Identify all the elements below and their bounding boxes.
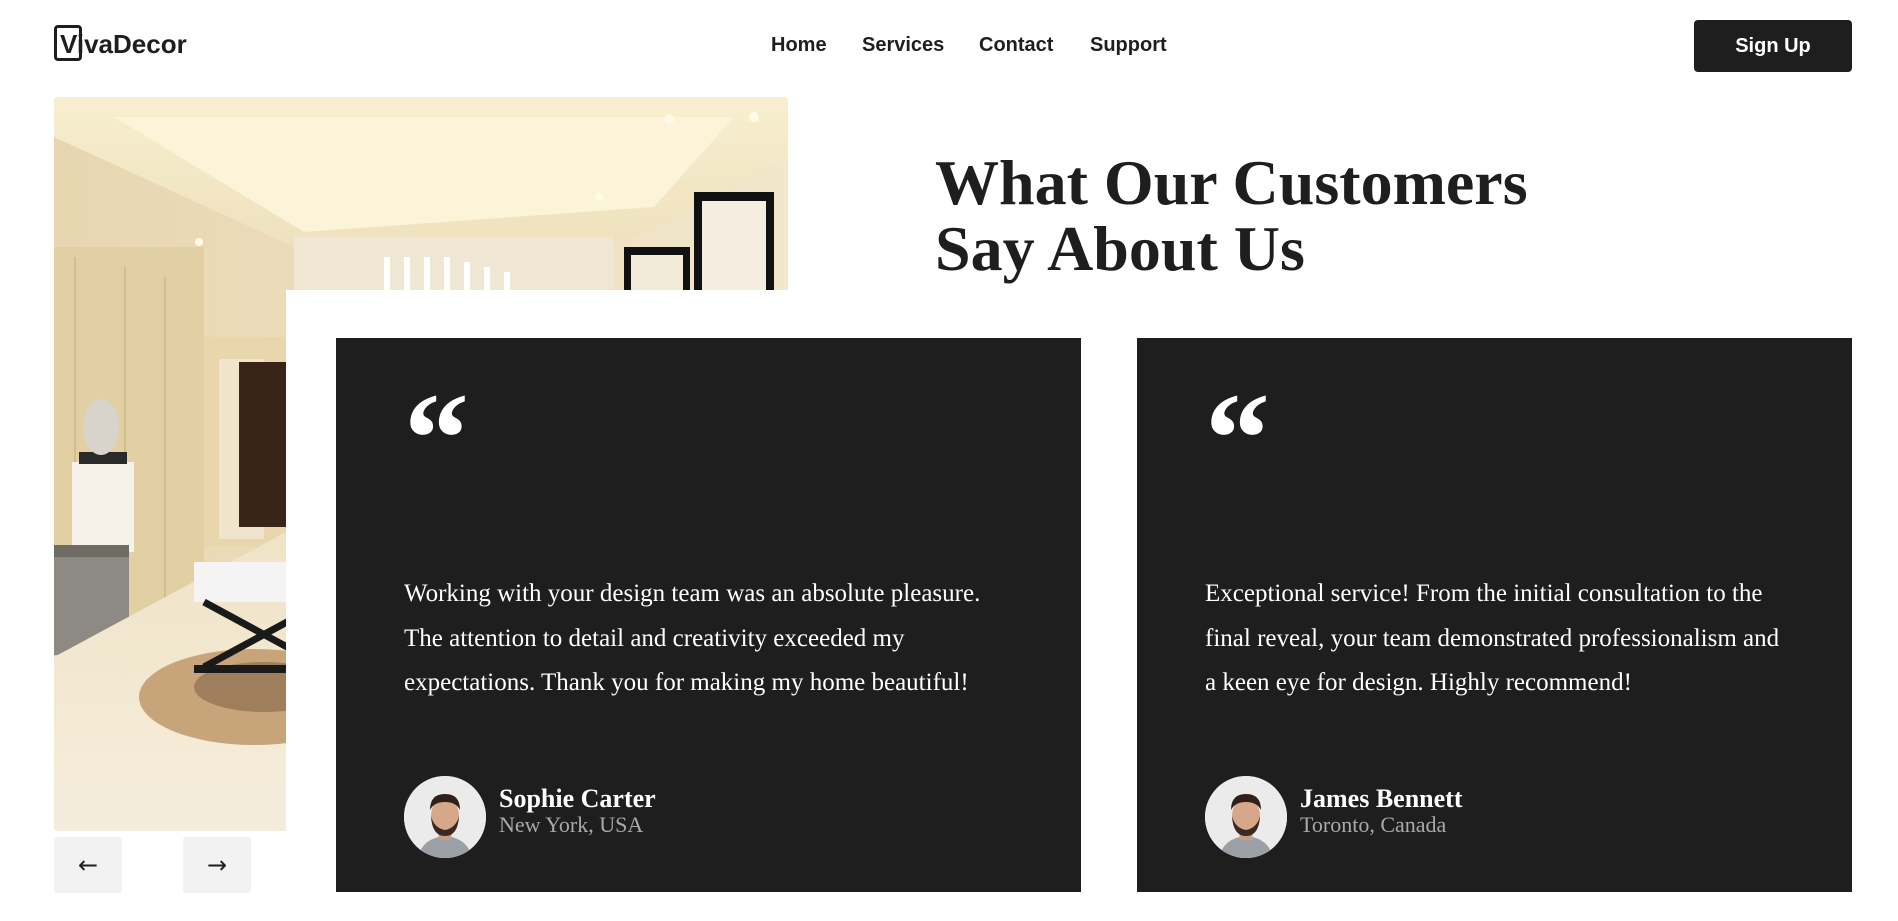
nav-home[interactable]: Home [771, 34, 827, 57]
testimonial-text: Working with your design team was an abs… [404, 580, 981, 696]
nav-contact[interactable]: Contact [979, 34, 1053, 57]
quote-icon: “ [404, 367, 469, 511]
quote-icon: “ [1205, 367, 1270, 511]
brand-logo[interactable]: VivaDecor [54, 24, 187, 62]
logo-text: VivaDecor [54, 24, 187, 61]
testimonial-card: “ Exceptional service! From the initial … [1137, 338, 1852, 892]
author-name: James Bennett [1300, 784, 1463, 813]
section-title: What Our Customers Say About Us [935, 150, 1528, 282]
author-location: New York, USA [499, 812, 644, 837]
nav-support[interactable]: Support [1090, 34, 1167, 57]
testimonial-text: Exceptional service! From the initial co… [1205, 580, 1780, 696]
signup-button[interactable]: Sign Up [1694, 20, 1852, 72]
author-location: Toronto, Canada [1300, 812, 1447, 837]
prev-arrow-button[interactable]: ← [54, 837, 122, 893]
avatar [404, 776, 486, 858]
section-title-line1: What Our Customers [935, 147, 1528, 218]
nav-services[interactable]: Services [862, 34, 944, 57]
author-name: Sophie Carter [499, 784, 656, 813]
testimonial-author: Sophie Carter New York, USA [404, 776, 656, 858]
section-title-line2: Say About Us [935, 213, 1305, 284]
next-arrow-button[interactable]: → [183, 837, 251, 893]
testimonial-author: James Bennett Toronto, Canada [1205, 776, 1462, 858]
testimonial-card: “ Working with your design team was an a… [336, 338, 1081, 892]
avatar [1205, 776, 1287, 858]
